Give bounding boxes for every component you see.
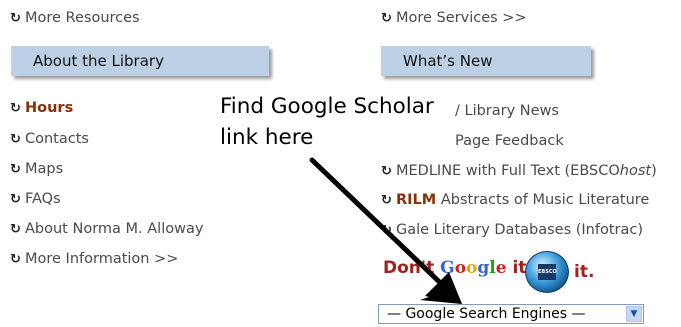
annotation-line-1: Find Google Scholar bbox=[220, 94, 434, 119]
annotation-arrow-icon bbox=[309, 157, 462, 304]
annotation-line-2: link here bbox=[220, 125, 314, 150]
